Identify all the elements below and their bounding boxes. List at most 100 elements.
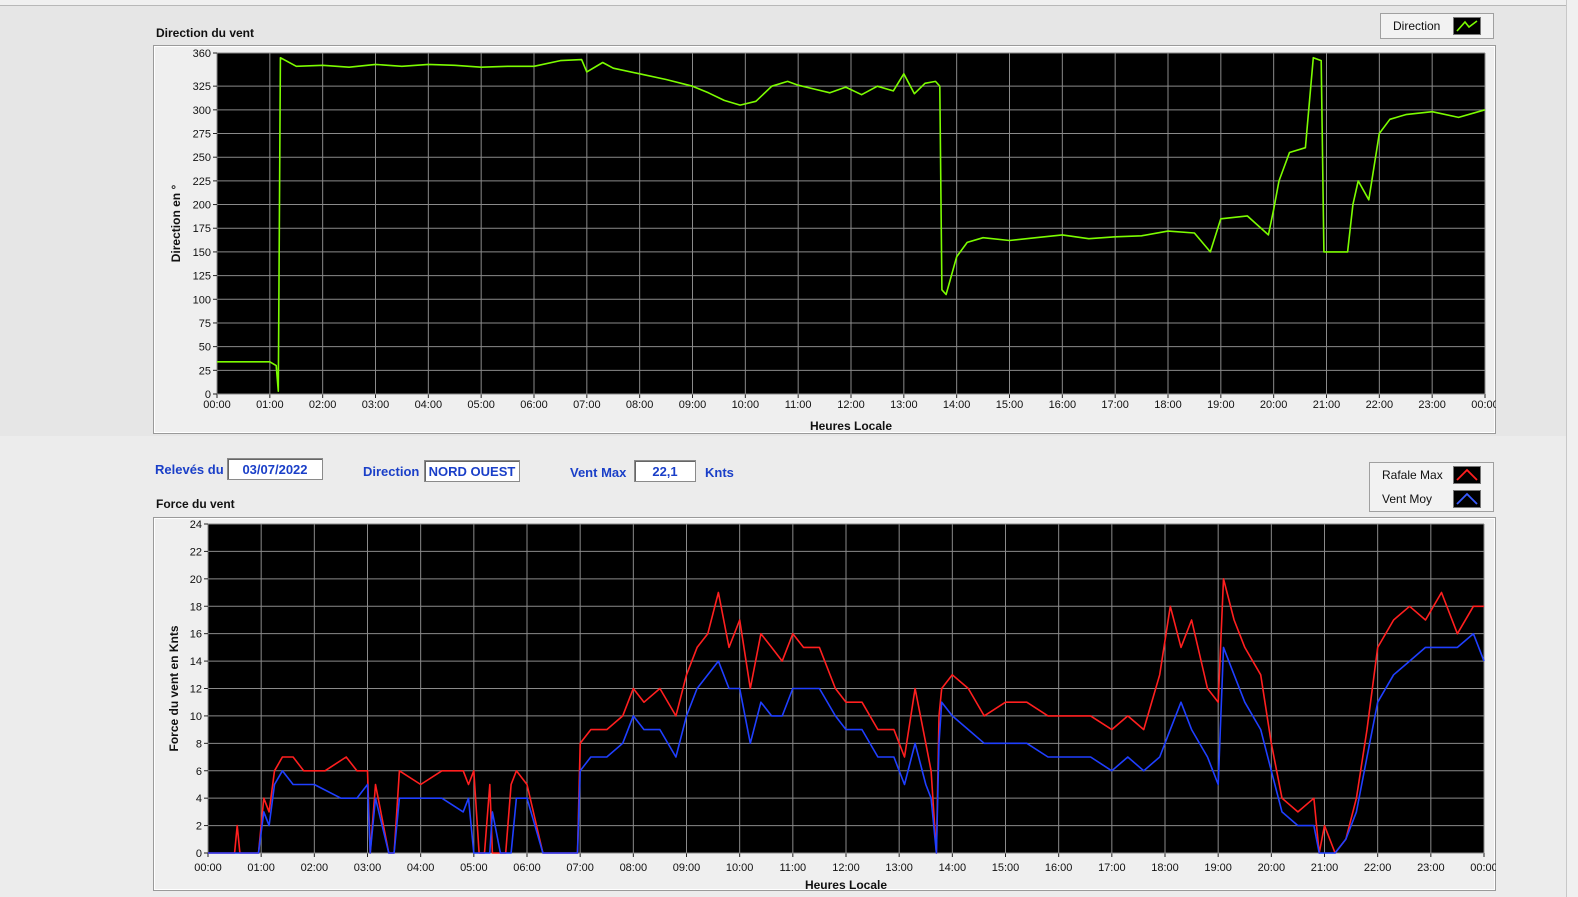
x-tick-label: 15:00 [996,399,1024,411]
y-axis-title: Force du vent en Knts [167,625,181,751]
x-tick-label: 16:00 [1049,399,1077,411]
x-tick-label: 20:00 [1258,862,1286,874]
x-tick-label: 05:00 [460,862,488,874]
y-tick-label: 100 [193,294,211,306]
y-tick-label: 325 [193,81,211,93]
window-top-border [0,0,1566,6]
x-tick-label: 01:00 [256,399,284,411]
x-tick-label: 05:00 [467,399,495,411]
x-tick-label: 19:00 [1207,399,1235,411]
y-tick-label: 0 [205,389,211,401]
x-tick-label: 15:00 [992,862,1020,874]
y-tick-label: 250 [193,152,211,164]
x-tick-label: 11:00 [785,399,812,411]
direction-value-field[interactable]: NORD OUEST [424,460,520,482]
y-tick-label: 4 [196,793,202,805]
x-axis-title: Heures Locale [805,878,887,892]
x-tick-label: 07:00 [573,399,601,411]
x-tick-label: 09:00 [679,399,707,411]
legend-item-moy[interactable]: Vent Moy [1370,487,1493,511]
x-tick-label: 17:00 [1101,399,1129,411]
x-tick-label: 07:00 [566,862,594,874]
direction-line-swatch-icon [1453,17,1481,35]
direction-chart: 00:00 01:00 02:00 03:00 04:00 05:00 06:00 07:00… [169,48,1496,433]
vent-max-unit: Knts [705,465,734,480]
force-legend[interactable]: Rafale Max Vent Moy [1369,462,1494,512]
x-tick-label: 03:00 [362,399,390,411]
force-chart: 00:00 01:00 02:00 03:00 04:00 05:00 06:00 07:00… [167,519,1496,892]
direction-chart-title: Direction du vent [156,26,255,40]
x-tick-label: 06:00 [513,862,541,874]
right-scrollbar-edge[interactable] [1566,0,1578,897]
x-tick-label: 02:00 [309,399,337,411]
releves-date-field[interactable]: 03/07/2022 [227,458,323,480]
y-tick-label: 225 [193,176,211,188]
x-tick-label: 14:00 [939,862,967,874]
vent-max-label: Vent Max [570,465,627,480]
y-tick-label: 200 [193,200,211,212]
y-tick-label: 20 [190,574,202,586]
x-tick-label: 08:00 [626,399,654,411]
y-tick-label: 24 [190,519,202,531]
y-tick-label: 14 [190,656,202,668]
legend-item-direction[interactable]: Direction [1381,14,1493,38]
x-tick-label: 12:00 [837,399,865,411]
x-tick-label: 04:00 [415,399,443,411]
x-tick-label: 00:00 [1471,399,1496,411]
y-tick-label: 2 [196,821,202,833]
y-tick-label: 8 [196,738,202,750]
x-tick-label: 09:00 [673,862,701,874]
x-tick-label: 02:00 [301,862,329,874]
y-tick-label: 0 [196,848,202,860]
x-tick-label: 21:00 [1311,862,1339,874]
x-tick-label: 23:00 [1417,862,1445,874]
x-tick-label: 23:00 [1418,399,1446,411]
x-tick-label: 20:00 [1260,399,1288,411]
x-tick-label: 10:00 [726,862,754,874]
y-tick-label: 10 [190,711,202,723]
x-tick-label: 18:00 [1154,399,1182,411]
x-tick-label: 11:00 [779,862,806,874]
vent-max-field[interactable]: 22,1 [634,460,696,482]
moy-line-swatch-icon [1453,490,1481,508]
x-tick-label: 22:00 [1366,399,1394,411]
x-tick-label: 17:00 [1098,862,1126,874]
x-tick-label: 00:00 [1470,862,1496,874]
rafale-line-swatch-icon [1453,466,1481,484]
legend-label-rafale: Rafale Max [1382,468,1443,482]
x-tick-label: 12:00 [832,862,860,874]
y-tick-label: 360 [193,48,211,60]
direction-legend[interactable]: Direction [1380,13,1494,39]
y-tick-label: 18 [190,601,202,613]
legend-item-rafale[interactable]: Rafale Max [1370,463,1493,487]
y-tick-label: 25 [199,365,211,377]
y-tick-label: 16 [190,629,202,641]
force-chart-title: Force du vent [156,497,235,511]
x-tick-label: 14:00 [943,399,971,411]
x-tick-label: 13:00 [885,862,913,874]
x-tick-label: 10:00 [732,399,760,411]
y-tick-label: 300 [193,105,211,117]
x-tick-label: 08:00 [620,862,648,874]
x-tick-label: 06:00 [520,399,548,411]
y-tick-label: 125 [193,271,211,283]
direction-label: Direction [363,464,420,479]
y-tick-label: 175 [193,223,211,235]
y-tick-label: 50 [199,342,211,354]
x-tick-label: 04:00 [407,862,435,874]
y-tick-label: 75 [199,318,211,330]
x-tick-label: 16:00 [1045,862,1073,874]
y-tick-label: 150 [193,247,211,259]
legend-label-direction: Direction [1393,19,1441,33]
x-tick-label: 19:00 [1204,862,1232,874]
legend-label-moy: Vent Moy [1382,492,1433,506]
x-tick-label: 01:00 [247,862,275,874]
y-tick-label: 12 [190,684,202,696]
x-tick-label: 22:00 [1364,862,1392,874]
x-tick-label: 03:00 [354,862,382,874]
x-tick-label: 13:00 [890,399,918,411]
y-tick-label: 6 [196,766,202,778]
y-axis-title: Direction en ° [169,185,183,263]
x-axis-title: Heures Locale [810,419,892,433]
releves-label: Relevés du [155,462,224,477]
